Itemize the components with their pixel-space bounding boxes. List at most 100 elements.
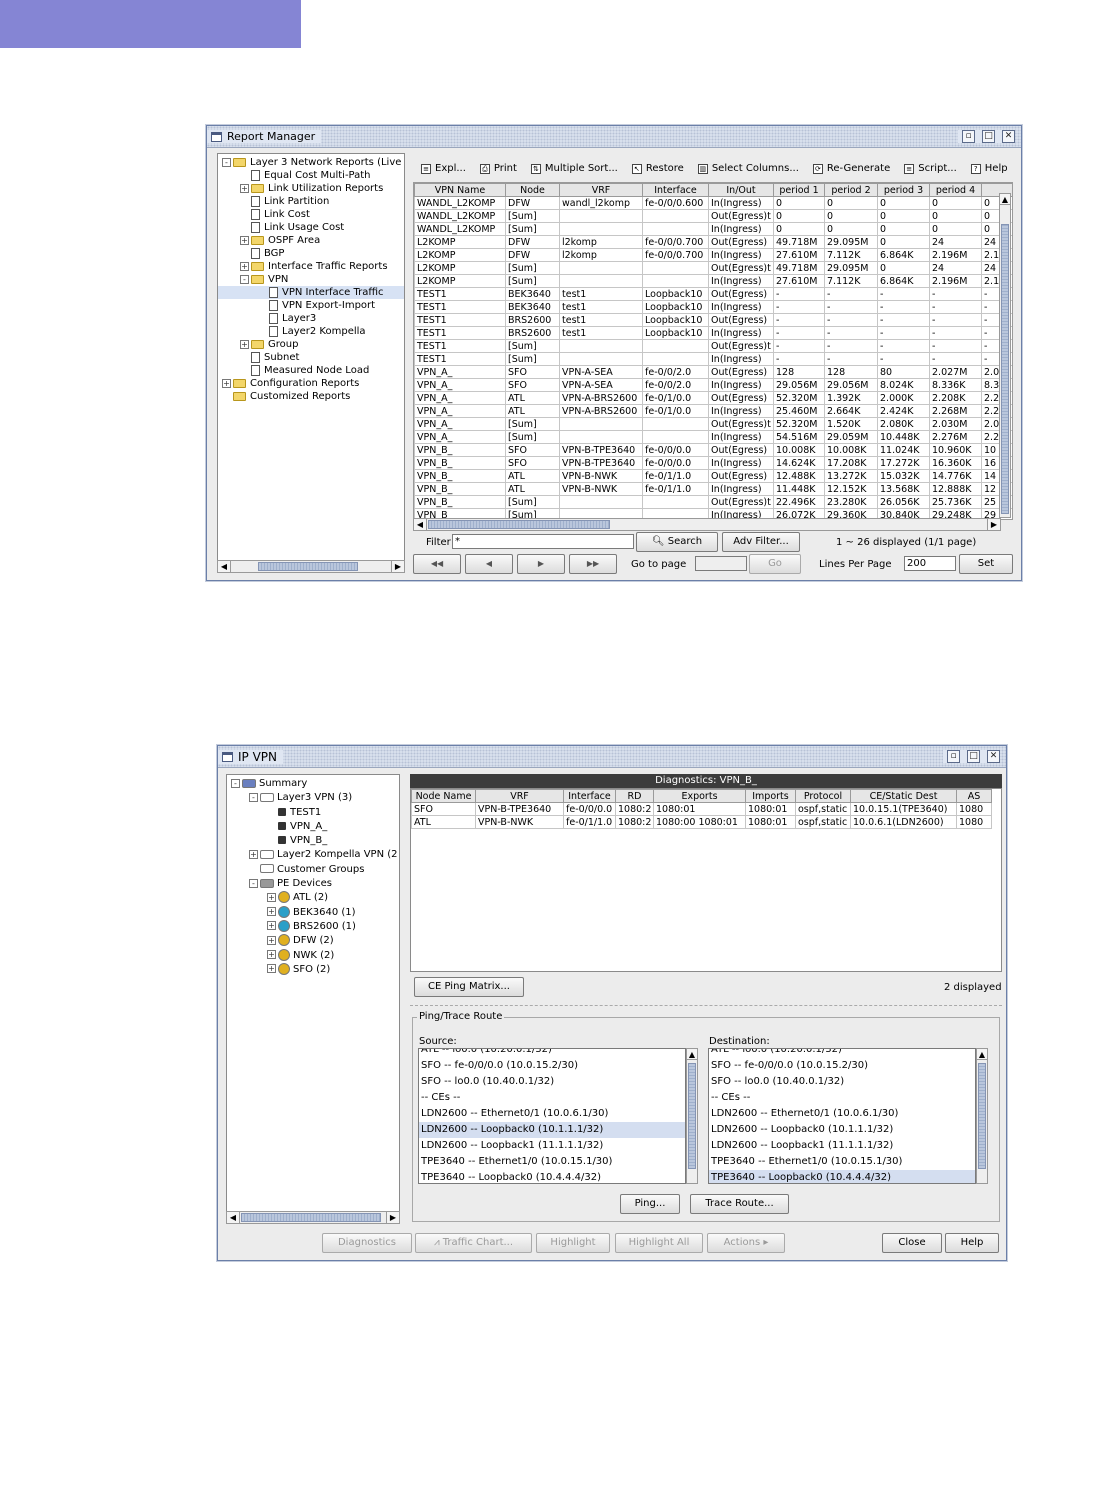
table-row[interactable]: VPN_B_ ATL VPN-B-NWK fe-0/1/1.0 Out(Egress) 1… (414, 469, 1012, 483)
list-item[interactable]: ATL -- lo0.0 (10.20.0.1/32) (419, 1049, 685, 1058)
scroll-right-icon[interactable]: ▶ (987, 519, 1000, 530)
destination-list-vscroll[interactable]: ▲ (976, 1048, 988, 1184)
expand-icon[interactable]: + (222, 378, 231, 388)
scroll-left-icon[interactable]: ◀ (414, 519, 427, 530)
list-item[interactable]: SFO -- lo0.0 (10.40.0.1/32) (709, 1074, 975, 1090)
tree-node[interactable]: VPN_A_ (227, 820, 399, 834)
tree-node[interactable]: Link Partition (218, 195, 404, 208)
table-row[interactable]: L2KOMP [Sum] In(Ingress) 27.610M 7.112K 6.864… (414, 274, 1012, 288)
report-table-hscroll[interactable]: ◀ ▶ (413, 518, 1001, 531)
tree-node[interactable]: - Layer3 VPN (3) (227, 791, 399, 805)
prev-page-button[interactable]: ◀ (465, 554, 513, 574)
tree-node[interactable]: - VPN (218, 273, 404, 286)
tree-node[interactable]: + Group (218, 338, 404, 351)
list-item[interactable]: -- CEs -- (709, 1090, 975, 1106)
tree-node[interactable]: Measured Node Load (218, 364, 404, 377)
expand-icon[interactable]: + (240, 235, 249, 245)
list-item[interactable]: SFO -- lo0.0 (10.40.0.1/32) (419, 1074, 685, 1090)
minimize-icon[interactable]: ▫ (947, 750, 960, 763)
column-header[interactable]: Interface (563, 789, 616, 803)
maximize-icon[interactable]: □ (982, 130, 995, 143)
table-row[interactable]: TEST1 BRS2600 test1 Loopback10 Out(Egress) - -… (414, 313, 1012, 327)
lines-per-page-input[interactable]: 200 (904, 556, 956, 571)
expand-icon[interactable]: + (267, 935, 276, 945)
list-item[interactable]: LDN2600 -- Ethernet0/1 (10.0.6.1/30) (709, 1106, 975, 1122)
table-row[interactable]: L2KOMP DFW l2komp fe-0/0/0.700 In(Ingress) 27… (414, 248, 1012, 262)
tree-node[interactable]: Equal Cost Multi-Path (218, 169, 404, 182)
source-list[interactable]: ATL -- lo0.0 (10.20.0.1/32) SFO -- fe-0/0… (418, 1048, 686, 1184)
tree-node[interactable]: Customized Reports (218, 390, 404, 403)
toolbar-script-button[interactable]: ≡ Script... (904, 163, 957, 174)
list-item[interactable]: TPE3640 -- Loopback0 (10.4.4.4/32) (709, 1170, 975, 1183)
scroll-thumb[interactable] (241, 1213, 381, 1222)
table-row[interactable]: VPN_A_ SFO VPN-A-SEA fe-0/0/2.0 In(Ingress) 2… (414, 378, 1012, 392)
expand-icon[interactable]: - (249, 792, 258, 802)
tree-node[interactable]: + ATL (2) (227, 891, 399, 905)
table-row[interactable]: WANDL_L2KOMP [Sum] In(Ingress) 0 0 0 0 0 (414, 222, 1012, 236)
tree-node[interactable]: Layer3 (218, 312, 404, 325)
list-item[interactable]: LDN2600 -- Loopback1 (11.1.1.1/32) (419, 1138, 685, 1154)
tree-node[interactable]: + BEK3640 (1) (227, 905, 399, 920)
expand-icon[interactable]: + (240, 339, 249, 349)
tree-node[interactable]: - Layer 3 Network Reports (Live N (218, 156, 404, 169)
tree-node[interactable]: + Configuration Reports (218, 377, 404, 390)
ce-ping-matrix-button[interactable]: CE Ping Matrix... (414, 977, 524, 997)
table-row[interactable]: VPN_B_ SFO VPN-B-TPE3640 fe-0/0/0.0 Out(Egre… (414, 443, 1012, 457)
goto-page-input[interactable] (695, 556, 747, 571)
toolbar-expl-button[interactable]: ≡ Expl... (421, 163, 466, 174)
toolbar-restore-button[interactable]: ↖ Restore (631, 163, 684, 174)
expand-icon[interactable]: + (267, 964, 276, 974)
column-header[interactable]: Node (505, 183, 560, 197)
column-header[interactable]: period 3 (877, 183, 930, 197)
list-item[interactable]: TPE3640 -- Ethernet1/0 (10.0.15.1/30) (709, 1154, 975, 1170)
tree-node[interactable]: VPN Interface Traffic (218, 286, 404, 299)
list-item[interactable]: LDN2600 -- Loopback0 (10.1.1.1/32) (419, 1122, 685, 1138)
column-header[interactable]: RD (615, 789, 654, 803)
scroll-up-icon[interactable]: ▲ (977, 1049, 987, 1060)
toolbar-re-generate-button[interactable]: ⟳ Re-Generate (812, 163, 890, 174)
help-button[interactable]: Help (945, 1233, 999, 1253)
last-page-button[interactable]: ▶▶ (569, 554, 617, 574)
expand-icon[interactable]: + (240, 183, 249, 193)
search-button[interactable]: 🔍︎ Search (636, 532, 718, 552)
tree-node[interactable]: Customer Groups (227, 863, 399, 877)
scroll-thumb[interactable] (688, 1063, 696, 1169)
tree-node[interactable]: - Summary (227, 777, 399, 791)
report-table-vscroll[interactable]: ▲ (999, 193, 1011, 518)
tree-node[interactable]: + NWK (2) (227, 948, 399, 963)
table-row[interactable]: WANDL_L2KOMP [Sum] Out(Egress)t 0 0 0 0 0 (414, 209, 1012, 223)
list-item[interactable]: TPE3640 -- Loopback0 (10.4.4.4/32) (419, 1170, 685, 1183)
table-row[interactable]: VPN_A_ SFO VPN-A-SEA fe-0/0/2.0 Out(Egress) 1… (414, 365, 1012, 379)
scroll-thumb[interactable] (428, 520, 610, 529)
column-header[interactable]: Node Name (411, 789, 476, 803)
column-header[interactable]: VPN Name (414, 183, 506, 197)
tree-node[interactable]: + Interface Traffic Reports (218, 260, 404, 273)
list-item[interactable]: -- CEs -- (419, 1090, 685, 1106)
tree-node[interactable]: VPN Export-Import (218, 299, 404, 312)
table-row[interactable]: TEST1 BEK3640 test1 Loopback10 Out(Egress) - -… (414, 287, 1012, 301)
table-row[interactable]: TEST1 BRS2600 test1 Loopback10 In(Ingress) - -… (414, 326, 1012, 340)
expand-icon[interactable]: + (267, 950, 276, 960)
tree-node[interactable]: + DFW (2) (227, 934, 399, 948)
maximize-icon[interactable]: □ (967, 750, 980, 763)
tree-node[interactable]: BGP (218, 247, 404, 260)
tree-node[interactable]: Layer2 Kompella (218, 325, 404, 338)
table-row[interactable]: L2KOMP DFW l2komp fe-0/0/0.700 Out(Egress) 49… (414, 235, 1012, 249)
report-tree[interactable]: - Layer 3 Network Reports (Live N Equal Co… (217, 153, 405, 561)
table-row[interactable]: TEST1 BEK3640 test1 Loopback10 In(Ingress) - -… (414, 300, 1012, 314)
toolbar-select-columns-button[interactable]: ▥ Select Columns... (697, 163, 799, 174)
column-header[interactable]: Protocol (795, 789, 851, 803)
toolbar-print-button[interactable]: ⎙ Print (479, 163, 517, 174)
report-tree-hscroll[interactable]: ◀ ▶ (217, 560, 405, 573)
scroll-right-icon[interactable]: ▶ (386, 1212, 399, 1223)
table-row[interactable]: TEST1 [Sum] Out(Egress)t - - - - - (414, 339, 1012, 353)
list-item[interactable]: TPE3640 -- Ethernet1/0 (10.0.15.1/30) (419, 1154, 685, 1170)
close-icon[interactable]: ✕ (987, 750, 1000, 763)
minimize-icon[interactable]: ▫ (962, 130, 975, 143)
go-button[interactable]: Go (749, 554, 801, 574)
diagnostics-button[interactable]: Diagnostics (322, 1233, 412, 1253)
table-row[interactable]: L2KOMP [Sum] Out(Egress)t 49.718M 29.095M 0 24… (414, 261, 1012, 275)
table-row[interactable]: WANDL_L2KOMP DFW wandl_l2komp fe-0/0/0.600 I… (414, 196, 1012, 210)
table-row[interactable]: VPN_A_ ATL VPN-A-BRS2600 fe-0/1/0.0 In(Ingre… (414, 404, 1012, 418)
tree-node[interactable]: + Link Utilization Reports (218, 182, 404, 195)
